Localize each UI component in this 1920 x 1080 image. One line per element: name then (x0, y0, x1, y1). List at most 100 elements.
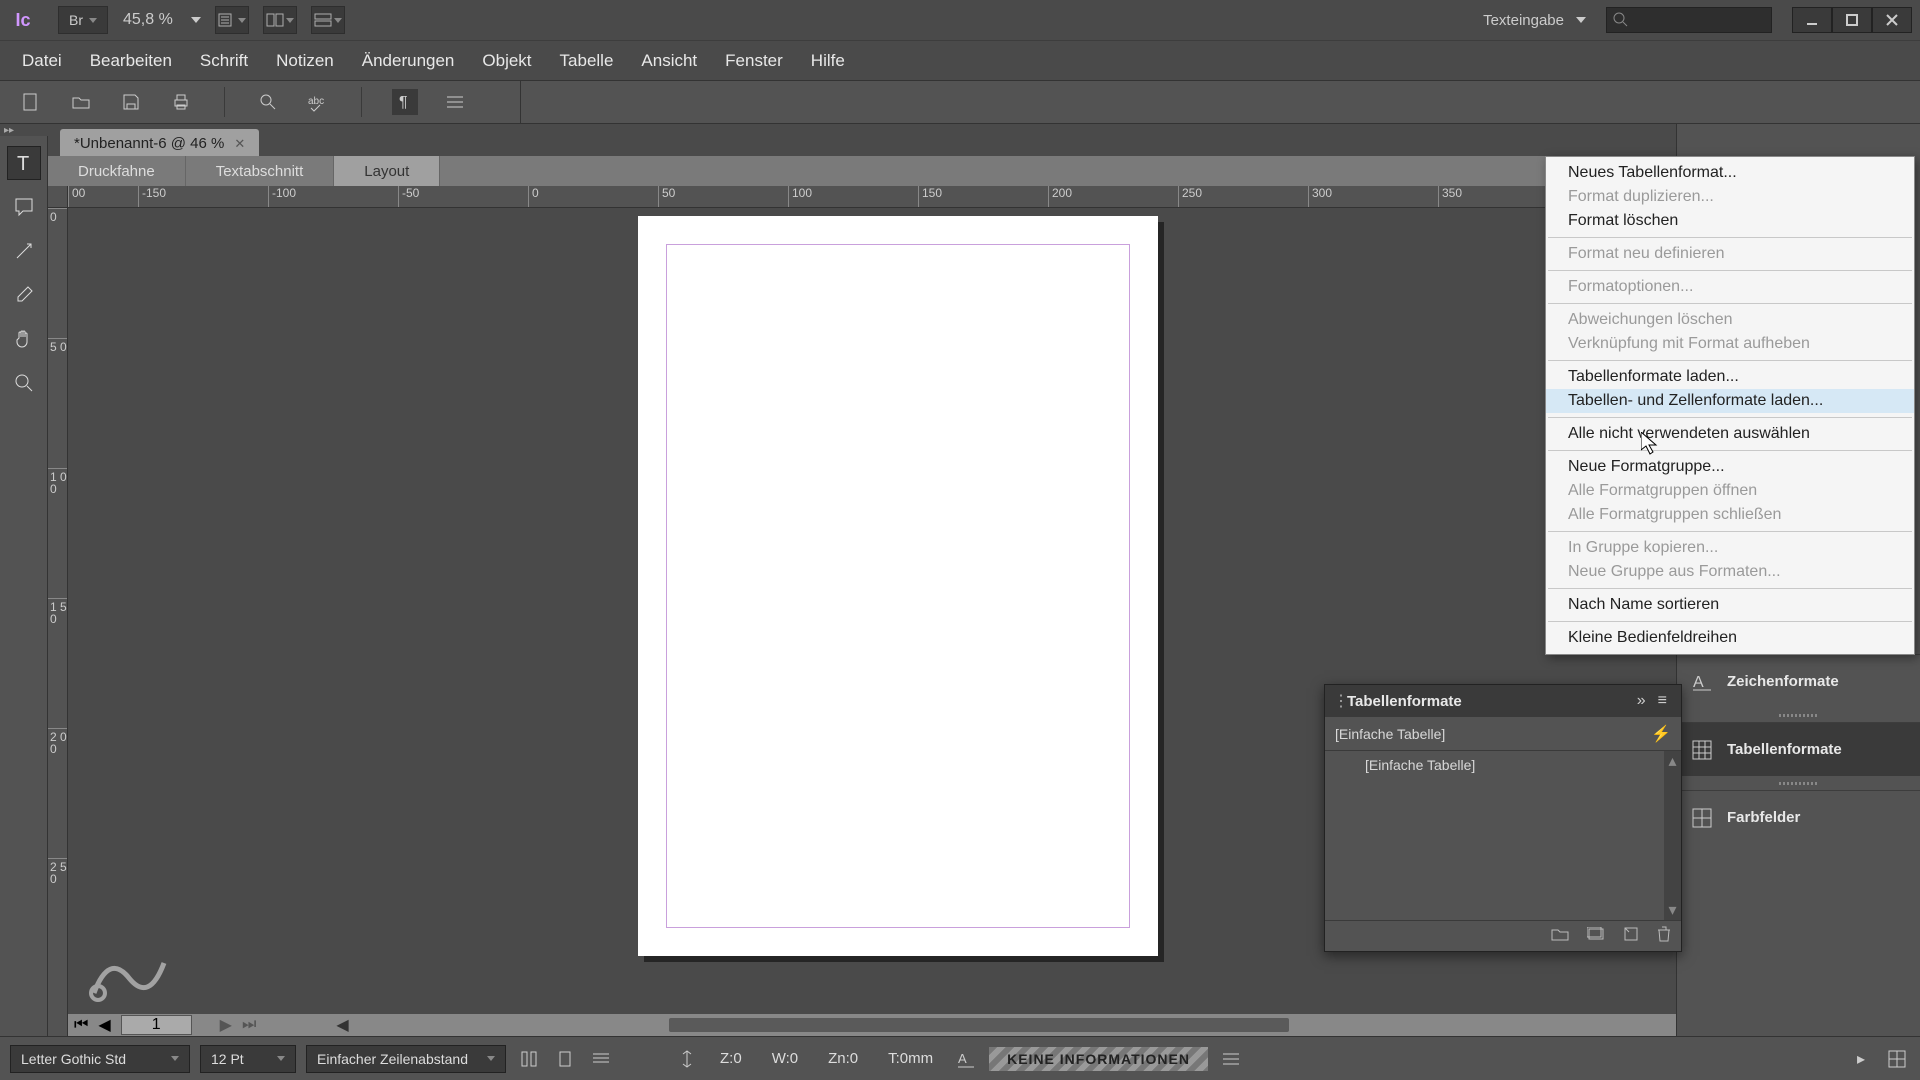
vscrollbar[interactable]: ▴ ▾ (1664, 751, 1681, 920)
ruler-tick: 200 (1048, 186, 1178, 207)
bridge-button[interactable]: Br (58, 6, 108, 34)
dock-zeichenformate[interactable]: A Zeichenformate (1677, 654, 1920, 708)
search-box[interactable] (1606, 7, 1772, 33)
columns-icon[interactable] (516, 1046, 542, 1072)
dock-tabellenformate[interactable]: Tabellenformate (1677, 722, 1920, 776)
hand-tool[interactable] (7, 322, 41, 356)
open-icon[interactable] (68, 89, 94, 115)
dock-label: Tabellenformate (1727, 741, 1842, 758)
folder-icon[interactable] (1551, 927, 1569, 946)
justify-icon[interactable] (588, 1046, 614, 1072)
menu-separator (1548, 417, 1912, 418)
leading-combo[interactable]: Einfacher Zeilenabstand (306, 1045, 506, 1073)
single-col-icon[interactable] (552, 1046, 578, 1072)
view-tab-textabschnitt[interactable]: Textabschnitt (186, 156, 335, 186)
page-number[interactable]: 1 (121, 1015, 192, 1035)
note-tool[interactable] (7, 190, 41, 224)
ruler-tick: 100 (788, 186, 918, 207)
spellcheck-icon[interactable]: abc (305, 89, 331, 115)
panel-menu-icon[interactable]: ≡ (1652, 692, 1673, 710)
menu-notizen[interactable]: Notizen (262, 51, 348, 71)
workspace-switcher[interactable]: Texteingabe (1483, 12, 1586, 29)
eyedropper-tool[interactable] (7, 278, 41, 312)
view-options-1[interactable] (215, 6, 249, 34)
view-tab-layout[interactable]: Layout (334, 156, 440, 186)
view-options-3[interactable] (311, 6, 345, 34)
text-fit-icon[interactable]: A (953, 1046, 979, 1072)
scroll-left-icon[interactable]: ◀ (336, 1015, 348, 1035)
document-tab[interactable]: *Unbenannt-6 @ 46 % ✕ (60, 129, 259, 156)
page[interactable] (638, 216, 1158, 956)
menu-tabelle[interactable]: Tabelle (546, 51, 628, 71)
watermark-icon (84, 943, 174, 1018)
scroll-up-icon[interactable]: ▴ (1664, 751, 1681, 771)
last-page-icon[interactable]: ⏭ (242, 1016, 256, 1034)
first-page-icon[interactable]: ⏮ (74, 1016, 88, 1034)
ruler-vertical[interactable]: 0 5 0 1 0 0 1 5 0 2 0 0 2 5 0 (48, 208, 68, 1036)
menu-item[interactable]: Format löschen (1546, 209, 1914, 233)
expand-icon[interactable]: ▸ (1848, 1046, 1874, 1072)
panel-context-menu: Neues Tabellenformat...Format dupliziere… (1545, 156, 1915, 655)
list-icon[interactable] (442, 89, 468, 115)
chevron-down-icon[interactable] (202, 1023, 210, 1028)
view-tab-druckfahne[interactable]: Druckfahne (48, 156, 186, 186)
maximize-button[interactable] (1832, 7, 1872, 33)
menu-datei[interactable]: Datei (8, 51, 76, 71)
close-button[interactable] (1872, 7, 1912, 33)
menu-bearbeiten[interactable]: Bearbeiten (76, 51, 186, 71)
chevron-down-icon (191, 17, 201, 23)
minimize-button[interactable] (1792, 7, 1832, 33)
chevron-down-icon (89, 18, 97, 23)
text-frame[interactable] (666, 244, 1130, 928)
svg-text:abc: abc (308, 96, 324, 107)
menu-item[interactable]: Kleine Bedienfeldreihen (1546, 626, 1914, 650)
menu-item[interactable]: Alle nicht verwendeten auswählen (1546, 422, 1914, 446)
next-page-icon[interactable]: ▶ (220, 1015, 232, 1035)
collapse-icon[interactable]: » (1631, 692, 1652, 710)
menu-objekt[interactable]: Objekt (468, 51, 545, 71)
find-icon[interactable] (255, 89, 281, 115)
trash-icon[interactable] (1657, 926, 1671, 947)
chevron-down-icon (286, 18, 294, 23)
print-icon[interactable] (168, 89, 194, 115)
depth-icon[interactable] (674, 1046, 700, 1072)
type-tool[interactable]: T (7, 146, 41, 180)
list-icon[interactable] (1218, 1046, 1244, 1072)
zoom-combo[interactable]: 45,8 % (123, 11, 201, 29)
menu-item[interactable]: Nach Name sortieren (1546, 593, 1914, 617)
dock-farbfelder[interactable]: Farbfelder (1677, 790, 1920, 844)
prev-page-icon[interactable]: ◀ (98, 1015, 110, 1035)
panel-header[interactable]: ⋮ Tabellenformate » ≡ (1325, 685, 1681, 717)
ruler-horizontal[interactable]: 00 -150 -100 -50 0 50 100 150 200 250 30… (68, 186, 1676, 208)
menu-item[interactable]: Neue Formatgruppe... (1546, 455, 1914, 479)
menu-item[interactable]: Tabellenformate laden... (1546, 365, 1914, 389)
menu-schrift[interactable]: Schrift (186, 51, 262, 71)
menu-item: Alle Formatgruppen öffnen (1546, 479, 1914, 503)
menu-item[interactable]: Tabellen- und Zellenformate laden... (1546, 389, 1914, 413)
menu-aenderungen[interactable]: Änderungen (348, 51, 469, 71)
view-options-2[interactable] (263, 6, 297, 34)
font-combo[interactable]: Letter Gothic Std (10, 1045, 190, 1073)
grid-icon[interactable] (1884, 1046, 1910, 1072)
scroll-down-icon[interactable]: ▾ (1664, 900, 1681, 920)
new-group-icon[interactable] (1587, 927, 1605, 946)
menu-hilfe[interactable]: Hilfe (797, 51, 859, 71)
save-icon[interactable] (118, 89, 144, 115)
menu-item[interactable]: Neues Tabellenformat... (1546, 161, 1914, 185)
ruler-origin[interactable] (48, 186, 68, 208)
pilcrow-icon[interactable]: ¶ (392, 89, 418, 115)
stat-w: W:0 (762, 1050, 808, 1067)
hscroll-thumb[interactable] (669, 1018, 1289, 1032)
document-tab-strip: *Unbenannt-6 @ 46 % ✕ (48, 124, 1676, 156)
panel-current-style[interactable]: [Einfache Tabelle] ⚡ (1325, 717, 1681, 751)
style-item[interactable]: [Einfache Tabelle] (1325, 751, 1681, 779)
position-tool[interactable] (7, 234, 41, 268)
new-style-icon[interactable] (1623, 926, 1639, 947)
close-tab-icon[interactable]: ✕ (234, 136, 245, 152)
menu-ansicht[interactable]: Ansicht (627, 51, 711, 71)
new-doc-icon[interactable] (18, 89, 44, 115)
zoom-tool[interactable] (7, 366, 41, 400)
collapse-tools-icon[interactable]: ▸▸ (0, 124, 48, 136)
menu-fenster[interactable]: Fenster (711, 51, 797, 71)
size-combo[interactable]: 12 Pt (200, 1045, 296, 1073)
